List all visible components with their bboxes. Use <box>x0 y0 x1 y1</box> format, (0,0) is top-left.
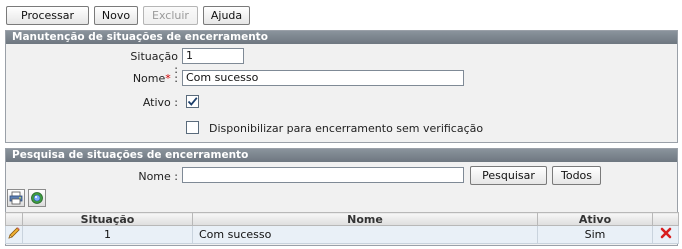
processar-button[interactable]: Processar <box>6 6 89 25</box>
col-delete-header <box>652 212 679 226</box>
nome-label: Nome* : <box>130 72 178 85</box>
ajuda-button[interactable]: Ajuda <box>203 6 250 25</box>
delete-cell[interactable] <box>652 225 679 244</box>
delete-x-icon <box>660 227 671 239</box>
cell-situacao: 1 <box>22 225 193 244</box>
nome-field[interactable]: Com sucesso <box>182 70 464 86</box>
refresh-icon <box>31 192 43 204</box>
col-actions-header <box>5 212 23 226</box>
disponibilizar-label: Disponibilizar para encerramento sem ver… <box>209 122 484 135</box>
pencil-icon <box>8 227 20 239</box>
situacao-field[interactable]: 1 <box>182 48 244 64</box>
todos-button[interactable]: Todos <box>552 166 601 185</box>
excluir-button: Excluir <box>143 6 198 25</box>
nome-label-colon: : <box>174 72 178 85</box>
cell-ativo: Sim <box>537 225 653 244</box>
checkmark-icon <box>187 97 198 106</box>
ativo-label: Ativo : <box>142 96 178 109</box>
disponibilizar-checkbox[interactable] <box>186 121 199 134</box>
results-table: Situação Nome Ativo 1 Com sucesso Sim <box>5 212 679 244</box>
required-marker: * <box>165 72 171 85</box>
manutencao-title: Manutenção de situações de encerramento <box>6 31 677 44</box>
pesquisar-button[interactable]: Pesquisar <box>470 166 547 185</box>
edit-cell[interactable] <box>5 225 23 244</box>
table-row[interactable]: 1 Com sucesso Sim <box>5 225 679 244</box>
printer-icon <box>9 191 23 205</box>
col-nome-header[interactable]: Nome <box>192 212 538 226</box>
refresh-button[interactable] <box>28 189 46 207</box>
cell-nome: Com sucesso <box>192 225 538 244</box>
ativo-checkbox[interactable] <box>186 95 199 108</box>
pesquisa-nome-input[interactable] <box>182 167 464 183</box>
pesquisa-nome-label: Nome : <box>138 170 178 183</box>
nome-label-text: Nome <box>132 72 166 85</box>
novo-button[interactable]: Novo <box>94 6 138 25</box>
pesquisa-title: Pesquisa de situações de encerramento <box>6 149 677 162</box>
col-situacao-header[interactable]: Situação <box>22 212 193 226</box>
print-button[interactable] <box>7 189 25 207</box>
col-ativo-header[interactable]: Ativo <box>537 212 653 226</box>
table-header-row: Situação Nome Ativo <box>5 212 679 226</box>
